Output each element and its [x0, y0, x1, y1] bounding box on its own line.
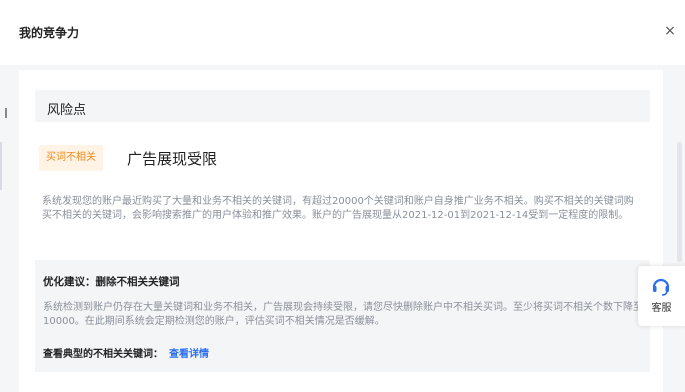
dialog-header: 我的竞争力 ×	[0, 0, 685, 65]
risk-headline: 广告展现受限	[127, 150, 218, 168]
view-details-link[interactable]: 查看详情	[169, 349, 209, 360]
competitiveness-dialog: 我的竞争力 × 风险点 买词不相关 广告展现受限 系统发现您的账户最近购买了大量…	[0, 0, 685, 392]
dialog-title: 我的竞争力	[19, 26, 80, 40]
section-title: 风险点	[47, 103, 87, 118]
advice-text: 系统检测到账户仍存在大量关键词和业务不相关，广告展现会持续受限，请您尽快删除账户…	[43, 302, 643, 327]
advice-title: 优化建议：删除不相关关键词	[43, 276, 180, 288]
risk-tag: 买词不相关	[39, 145, 103, 171]
scrollbar[interactable]	[677, 142, 682, 262]
customer-service-label: 客服	[651, 303, 672, 314]
headset-icon	[652, 278, 670, 296]
left-edge-bar	[0, 142, 2, 190]
left-edge-mark	[5, 108, 7, 118]
advice-link-label: 查看典型的不相关关键词：	[43, 349, 163, 360]
customer-service-button[interactable]: 客服	[638, 266, 685, 326]
section-header: 风险点	[35, 90, 650, 122]
advice-link-row: 查看典型的不相关关键词： 查看详情	[43, 345, 209, 360]
risk-description: 系统发现您的账户最近购买了大量和业务不相关的关键词，有超过20000个关键词和账…	[42, 196, 634, 221]
advice-box: 优化建议：删除不相关关键词 系统检测到账户仍存在大量关键词和业务不相关，广告展现…	[35, 260, 650, 372]
close-icon[interactable]: ×	[663, 24, 677, 38]
